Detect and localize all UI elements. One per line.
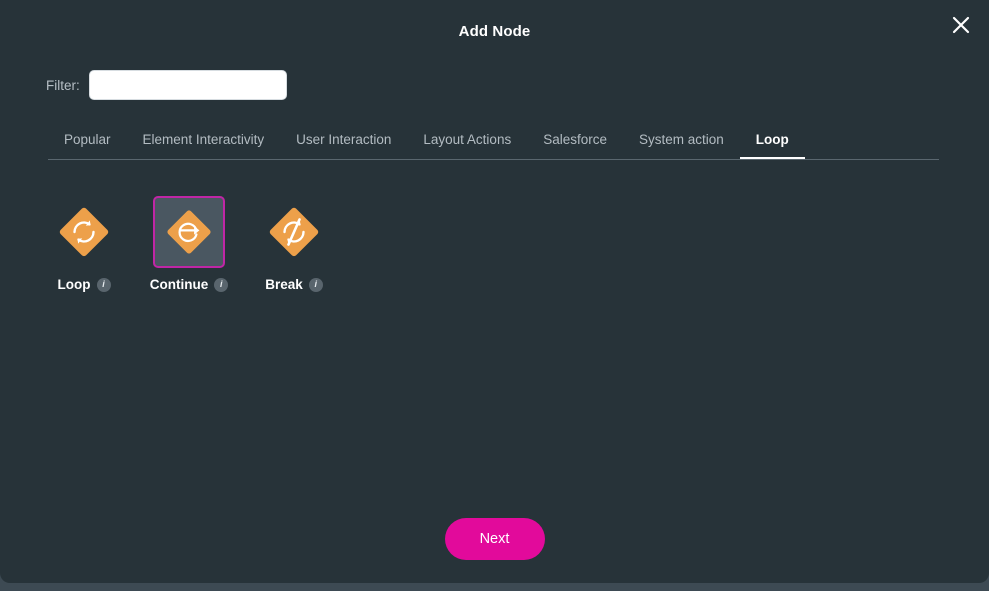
add-node-dialog: Add Node Filter: Popular Element Interac… [0, 0, 989, 583]
tab-system-action[interactable]: System action [623, 128, 740, 159]
tab-list: Popular Element Interactivity User Inter… [48, 128, 939, 159]
node-grid: Loop i Continue i Break i [48, 196, 330, 292]
continue-arrow-icon [167, 210, 211, 254]
page-title: Add Node [458, 23, 531, 40]
tab-salesforce[interactable]: Salesforce [527, 128, 623, 159]
node-tile [258, 196, 330, 268]
node-label: Continue [149, 277, 209, 292]
tab-popular[interactable]: Popular [48, 128, 127, 159]
tab-loop[interactable]: Loop [739, 128, 805, 159]
search-input[interactable] [88, 70, 287, 100]
loop-cycle-icon [59, 207, 109, 257]
close-icon [952, 16, 970, 34]
info-icon[interactable]: i [308, 277, 323, 292]
node-label: Loop [57, 277, 91, 292]
node-option-break[interactable]: Break i [258, 196, 330, 292]
node-option-loop[interactable]: Loop i [48, 196, 120, 292]
node-option-continue[interactable]: Continue i [150, 196, 229, 292]
dialog-header: Add Node [0, 0, 989, 62]
filter-label: Filter: [46, 77, 80, 93]
tab-layout-actions[interactable]: Layout Actions [407, 128, 527, 159]
node-caption: Loop i [58, 277, 111, 292]
next-button[interactable]: Next [444, 518, 545, 560]
node-label: Break [265, 277, 303, 292]
info-icon[interactable]: i [96, 277, 111, 292]
tab-element-interactivity[interactable]: Element Interactivity [127, 128, 281, 159]
close-button[interactable] [945, 9, 977, 41]
node-tile [153, 196, 225, 268]
node-caption: Break i [265, 277, 323, 292]
break-slash-icon [269, 207, 319, 257]
tab-divider [48, 159, 939, 160]
dialog-footer: Next [0, 518, 989, 560]
tab-user-interaction[interactable]: User Interaction [280, 128, 407, 159]
node-tile [48, 196, 120, 268]
filter-row: Filter: [46, 70, 287, 100]
node-caption: Continue i [150, 277, 229, 292]
tab-bar: Popular Element Interactivity User Inter… [48, 128, 939, 160]
info-icon[interactable]: i [214, 277, 229, 292]
